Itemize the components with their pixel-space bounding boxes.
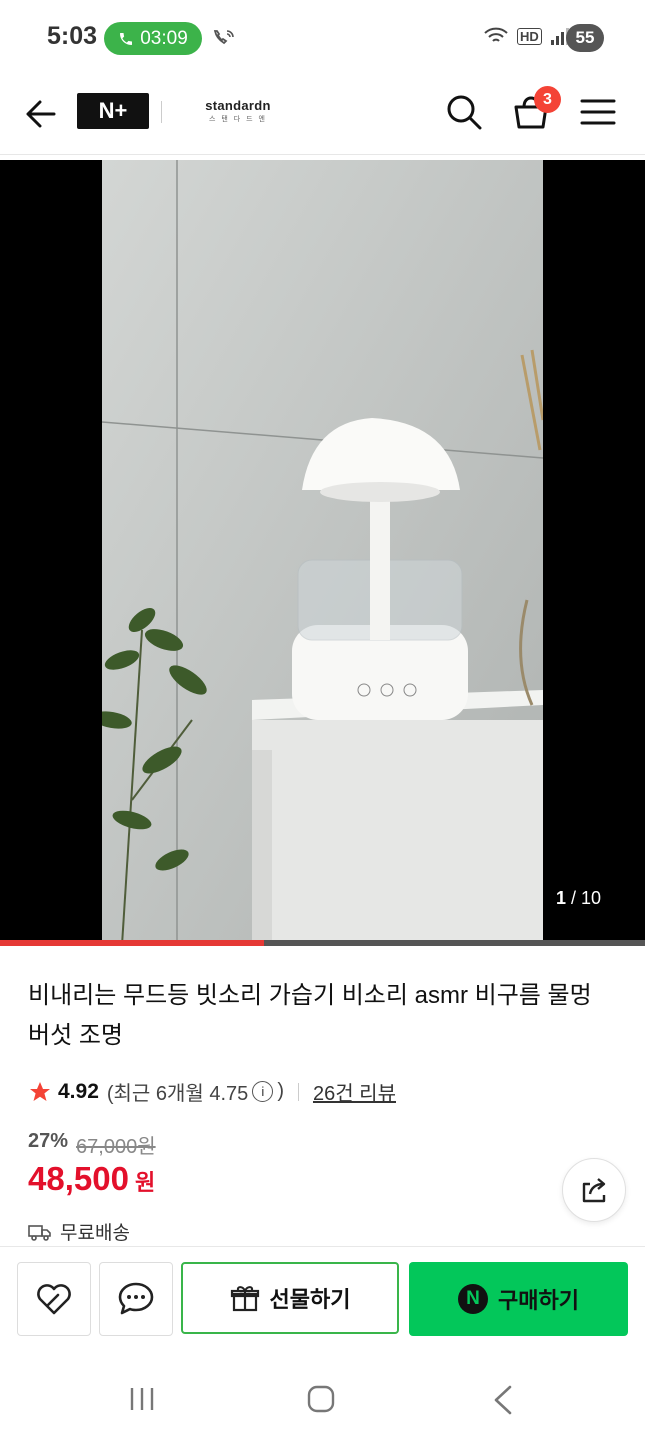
status-time: 5:03: [47, 22, 98, 50]
brand-subtitle: 스 탠 다 드 엔: [209, 116, 267, 123]
discount-rate: 27%: [28, 1130, 69, 1152]
wishlist-button[interactable]: [17, 1262, 91, 1336]
sale-price: 48,500: [28, 1160, 129, 1197]
phone-icon: [120, 32, 133, 45]
wifi-calling-icon: [213, 30, 234, 45]
share-icon: [582, 1178, 606, 1203]
image-counter-current: 1: [556, 888, 567, 908]
battery-indicator: 55: [566, 24, 604, 52]
image-progress-fill: [0, 940, 265, 946]
wifi-icon: [484, 27, 508, 42]
back-nav-icon[interactable]: [492, 1385, 514, 1415]
currency-label: 원: [134, 1170, 156, 1195]
rating-score: 4.92: [58, 1079, 99, 1103]
recent-rating-close: ): [277, 1080, 284, 1102]
original-price: 67,000원: [76, 1136, 156, 1158]
app-header: N+ standardn 스 탠 다 드 엔 3: [0, 76, 645, 155]
home-icon[interactable]: [307, 1385, 335, 1413]
shipping-info: 무료배송: [28, 1218, 130, 1245]
gift-box-icon: [230, 1286, 259, 1312]
naver-plus-logo[interactable]: N+: [77, 93, 149, 129]
recent-rating: (최근 6개월 4.75: [106, 1083, 249, 1105]
info-icon[interactable]: i: [252, 1081, 274, 1102]
talk-talk-button[interactable]: [99, 1262, 173, 1336]
status-icons: HD: [483, 25, 572, 47]
image-counter: 1 / 10: [556, 888, 601, 909]
brand-name: standardn: [205, 98, 271, 113]
brand-logo[interactable]: standardn 스 탠 다 드 엔: [200, 98, 276, 124]
buy-button[interactable]: N 구매하기: [409, 1262, 628, 1336]
system-nav-bar: [0, 1356, 645, 1440]
status-bar: 5:03 03:09 HD 55: [0, 0, 645, 76]
chat-bubble-icon: [118, 1282, 154, 1315]
review-count-link[interactable]: 26건 리뷰: [313, 1077, 396, 1106]
heart-icon: [37, 1284, 71, 1315]
gift-button[interactable]: 선물하기: [181, 1262, 399, 1334]
shipping-label: 무료배송: [60, 1223, 130, 1244]
cart-count-badge: 3: [534, 86, 561, 113]
product-photo: [102, 160, 543, 945]
rating-row: 4.92 (최근 6개월 4.75 i ) 26건 리뷰: [28, 1077, 396, 1106]
product-title: 비내리는 무드등 빗소리 가습기 비소리 asmr 비구름 물멍 버섯 조명: [28, 982, 592, 1049]
logo-text: N+: [98, 98, 128, 123]
share-button[interactable]: [562, 1158, 626, 1222]
product-image-carousel[interactable]: [0, 160, 645, 945]
hamburger-menu-icon[interactable]: [580, 97, 616, 127]
call-timer: 03:09: [140, 27, 188, 49]
naver-pay-icon: N: [458, 1284, 489, 1314]
hd-voice-icon: HD: [517, 27, 542, 45]
price-row: 48,500 원: [28, 1160, 155, 1198]
recent-apps-icon[interactable]: [128, 1386, 156, 1412]
back-arrow-icon[interactable]: [22, 96, 58, 132]
delivery-truck-icon: [28, 1224, 51, 1241]
star-icon: [30, 1081, 50, 1101]
gift-button-label: 선물하기: [269, 1287, 351, 1312]
search-icon[interactable]: [445, 93, 483, 131]
rating-separator: [297, 1082, 299, 1101]
buy-button-label: 구매하기: [498, 1288, 579, 1313]
ongoing-call-pill[interactable]: 03:09: [104, 22, 202, 55]
image-counter-total: / 10: [571, 888, 602, 908]
header-divider: [161, 101, 162, 123]
product-photo-illustration: [102, 160, 543, 945]
discount-row: 27% 67,000원: [28, 1130, 156, 1159]
